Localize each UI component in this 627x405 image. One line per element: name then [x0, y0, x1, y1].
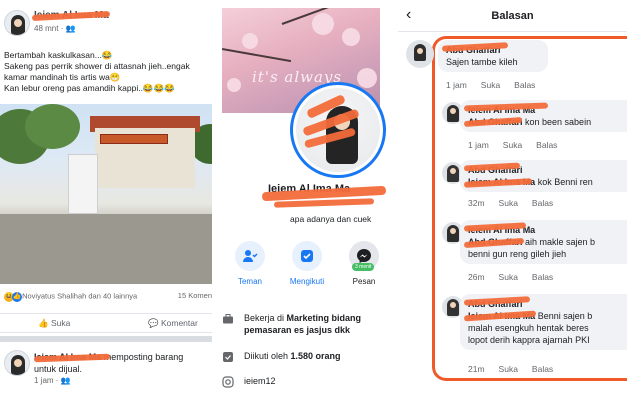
post-time-separator: · [60, 24, 64, 33]
second-post-action: memposting barang [103, 352, 184, 362]
profile-bio: apa adanya dan cuek [290, 214, 372, 224]
reply-meta: 26m Suka Balas [468, 272, 567, 282]
comment-button[interactable]: 💬 Komentar [148, 318, 198, 329]
active-status-badge: 3 menit [352, 263, 375, 271]
reply-time: 26m [468, 272, 485, 282]
comment-reply-button[interactable]: Balas [514, 80, 535, 90]
reply-like-button[interactable]: Suka [499, 272, 518, 282]
reply-meta: 1 jam Suka Balas [468, 140, 571, 150]
friends-icon [235, 241, 265, 271]
feed-divider [0, 336, 212, 342]
reply-text: benni gun reng gileh jieh [468, 249, 567, 259]
post-header: Ieiem Al Ima Ma 48 mnt · 👥 [4, 8, 208, 48]
reply-meta: 32m Suka Balas [468, 198, 567, 208]
post-line: kamar mandinah tis artis wa😁 [4, 72, 121, 82]
like-icon: 👍 [12, 292, 22, 302]
reply-reply-button[interactable]: Balas [536, 140, 557, 150]
reply-text: kok Benni ren [535, 177, 593, 187]
comment-label: Komentar [160, 318, 198, 328]
comment-like-button[interactable]: Suka [481, 80, 500, 90]
post-photo[interactable] [0, 104, 212, 284]
message-button[interactable]: 3 menit Pesan [342, 241, 386, 286]
comment-count[interactable]: 15 Komen [178, 291, 212, 300]
post-body: Bertambah kaskulkasan...😂 Sakeng pas per… [4, 50, 212, 94]
replies-title: Balasan [491, 10, 534, 22]
post-panel: Ieiem Al Ima Ma 48 mnt · 👥 Bertambah kas… [0, 0, 212, 405]
comment-icon: 💬 [148, 318, 159, 328]
author-avatar[interactable] [4, 10, 30, 36]
reply-text: aih makle sajen b [522, 237, 596, 247]
reply-reply-button[interactable]: Balas [532, 364, 553, 374]
instagram-icon [222, 376, 234, 388]
second-post-action-cont: untuk dijual. [34, 364, 83, 374]
post-line: Sakeng pas perrik shower di attasnah jie… [4, 61, 190, 71]
like-label: Suka [50, 318, 71, 328]
comment-time: 1 jam [446, 80, 467, 90]
reaction-names: Noviyatus Shalihah dan 40 lainnya [22, 291, 138, 301]
followers-text: Diikuti oleh 1.580 orang [244, 350, 394, 362]
second-post-time-separator: · [55, 376, 59, 385]
second-post-time-text: 1 jam [34, 376, 54, 385]
friends-audience-icon: 👥 [60, 376, 71, 385]
reply-text: malah esengkuh hentak beres [468, 323, 589, 333]
work-text: Bekerja di Marketing bidang pemasaran es… [244, 312, 394, 336]
post-line: Bertambah kaskulkasan...😂 [4, 50, 113, 60]
post-action-bar: 👍 Suka 💬 Komentar [0, 313, 212, 333]
message-label: Pesan [352, 277, 376, 286]
comment-text: Sajen tambe kileh [446, 57, 518, 67]
following-icon [292, 241, 322, 271]
profile-panel: it's always Ieiem Al Ima Ma apa adanya d… [214, 0, 394, 405]
reply-reply-button[interactable]: Balas [532, 198, 553, 208]
reply-like-button[interactable]: Suka [503, 140, 522, 150]
friends-button[interactable]: Teman [228, 241, 272, 286]
reply-reply-button[interactable]: Balas [532, 272, 553, 282]
reply-time: 32m [468, 198, 485, 208]
reply-meta: 21m Suka Balas [468, 364, 567, 374]
post-line: Kan lebur oreng pas amandih kappi..😂😂😂 [4, 83, 175, 93]
reply-like-button[interactable]: Suka [499, 364, 518, 374]
author-avatar[interactable] [4, 350, 30, 376]
messenger-icon: 3 menit [349, 241, 379, 271]
comment-meta: 1 jam Suka Balas [446, 80, 549, 90]
reply-like-button[interactable]: Suka [499, 198, 518, 208]
instagram-handle: ieiem12 [244, 376, 276, 386]
following-label: Mengikuti [289, 277, 325, 286]
work-prefix: Bekerja di [244, 313, 287, 323]
friends-label: Teman [237, 277, 262, 286]
replies-panel: ‹ Balasan Abd Ghaffari Sajen tambe kileh… [398, 0, 627, 405]
post-time: 48 mnt · 👥 [34, 24, 76, 33]
followers-count: 1.580 orang [290, 351, 341, 361]
followers-icon [223, 352, 233, 362]
thumbs-up-icon: 👍 [38, 318, 49, 328]
post-time-text: 48 mnt [34, 24, 59, 33]
reply-text: lopot derih kappra ajarnah PKI [468, 335, 590, 345]
commenter-avatar[interactable] [406, 40, 434, 68]
reply-text: Benni sajen b [535, 311, 593, 321]
reply-time: 21m [468, 364, 485, 374]
reaction-icons: 😆👍 [4, 291, 22, 302]
second-post: Ieiem Al Ima Ma memposting barang untuk … [4, 348, 212, 398]
reply-time: 1 jam [468, 140, 489, 150]
like-button[interactable]: 👍 Suka [38, 318, 70, 329]
replies-header: ‹ Balasan [398, 0, 627, 32]
reply-text: kon been sabein [522, 117, 592, 127]
followers-prefix: Diikuti oleh [244, 351, 291, 361]
second-post-time: 1 jam · 👥 [34, 376, 71, 385]
briefcase-icon [223, 314, 233, 324]
friends-audience-icon: 👥 [65, 24, 76, 33]
following-button[interactable]: Mengikuti [285, 241, 329, 286]
